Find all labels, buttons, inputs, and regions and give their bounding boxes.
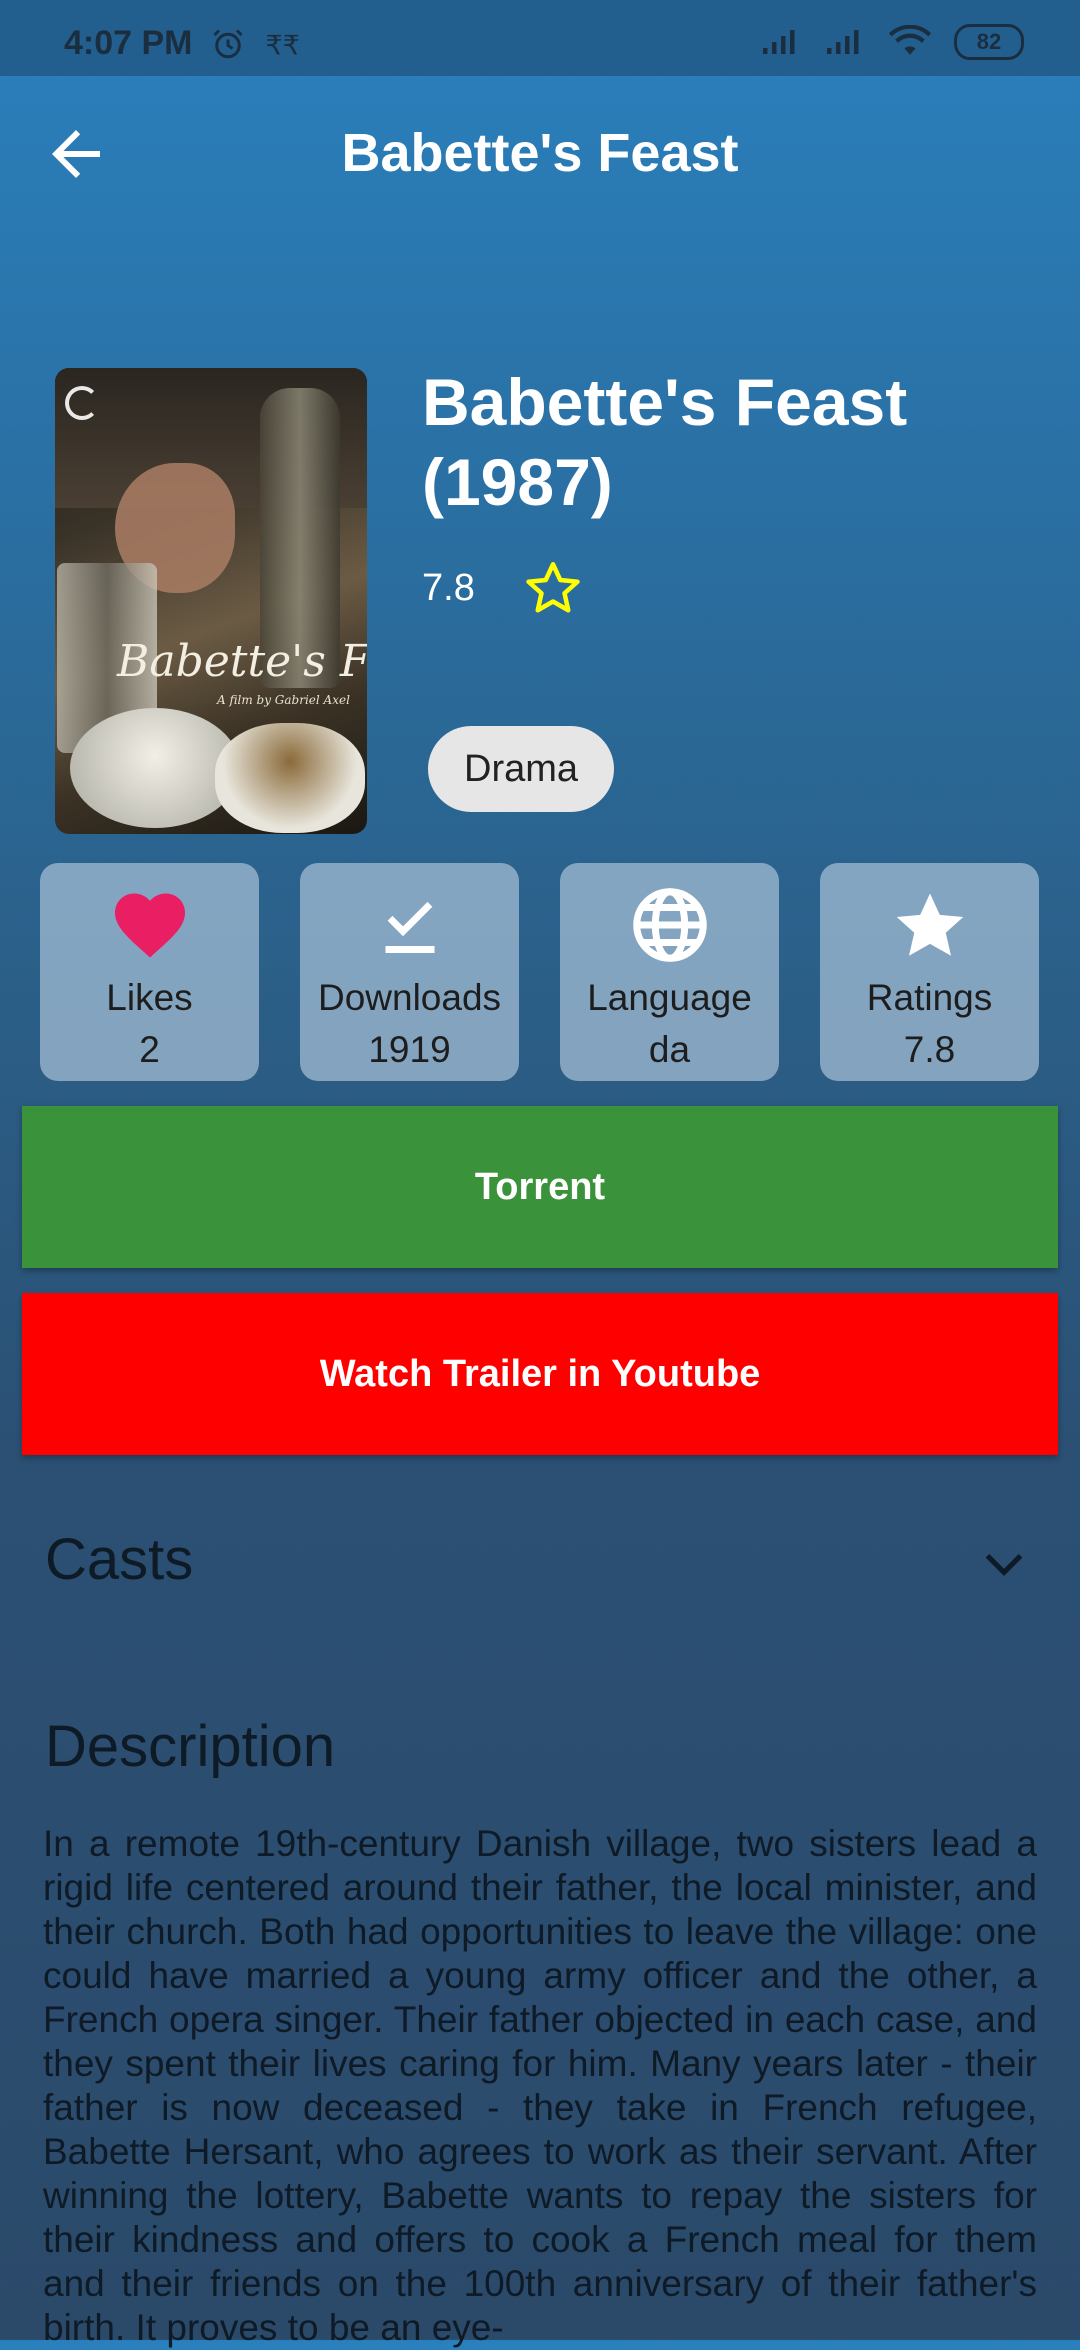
torrent-button[interactable]: Torrent xyxy=(22,1106,1058,1268)
signal-icon-2 xyxy=(827,30,859,54)
likes-card: Likes 2 xyxy=(40,863,259,1081)
globe-icon xyxy=(632,888,707,962)
downloads-value: 1919 xyxy=(368,1029,451,1070)
ratings-card: Ratings 7.8 xyxy=(820,863,1039,1081)
movie-title: Babette's Feast (1987) xyxy=(422,365,908,519)
svg-text:₹₹: ₹₹ xyxy=(266,31,300,62)
ratings-value: 7.8 xyxy=(903,1029,956,1070)
chevron-down-icon[interactable] xyxy=(982,1548,1026,1582)
rating-value: 7.8 xyxy=(422,566,475,609)
casts-header[interactable]: Casts xyxy=(45,1526,193,1593)
rupee-icon: ₹₹ xyxy=(266,31,300,62)
rating-row: 7.8 xyxy=(422,558,583,618)
star-icon xyxy=(896,893,963,956)
watch-trailer-button[interactable]: Watch Trailer in Youtube xyxy=(22,1293,1058,1455)
poster-subtitle: A film by Gabriel Axel xyxy=(217,693,350,707)
likes-label: Likes xyxy=(106,977,193,1018)
poster-title: Babette's Feast xyxy=(117,636,367,687)
genre-chip[interactable]: Drama xyxy=(428,726,615,812)
criterion-logo-icon xyxy=(65,386,99,420)
description-title: Description xyxy=(45,1714,336,1779)
wifi-icon xyxy=(888,25,932,55)
ratings-label: Ratings xyxy=(866,977,993,1018)
status-bar: 4:07 PM ₹₹ 82 xyxy=(0,0,1080,76)
likes-value: 2 xyxy=(139,1029,160,1070)
download-done-icon xyxy=(385,901,434,953)
alarm-icon xyxy=(213,29,243,59)
language-label: Language xyxy=(587,977,752,1018)
star-outline-icon xyxy=(526,562,580,613)
battery-indicator: 82 xyxy=(954,24,1024,60)
status-time: 4:07 PM xyxy=(64,24,193,62)
app-bar: Babette's Feast xyxy=(0,76,1080,232)
status-notification-icons: ₹₹ xyxy=(210,26,300,62)
downloads-card: Downloads 1919 xyxy=(300,863,519,1081)
downloads-label: Downloads xyxy=(317,977,502,1018)
description-text: In a remote 19th-century Danish village,… xyxy=(43,1823,1037,2348)
heart-icon xyxy=(114,893,185,958)
language-card: Language da xyxy=(560,863,779,1081)
status-system-icons: 82 xyxy=(760,24,1024,60)
app-bar-title: Babette's Feast xyxy=(341,123,739,183)
language-value: da xyxy=(648,1029,691,1070)
movie-poster: Babette's Feast A film by Gabriel Axel xyxy=(55,368,367,834)
signal-icon xyxy=(763,30,795,54)
